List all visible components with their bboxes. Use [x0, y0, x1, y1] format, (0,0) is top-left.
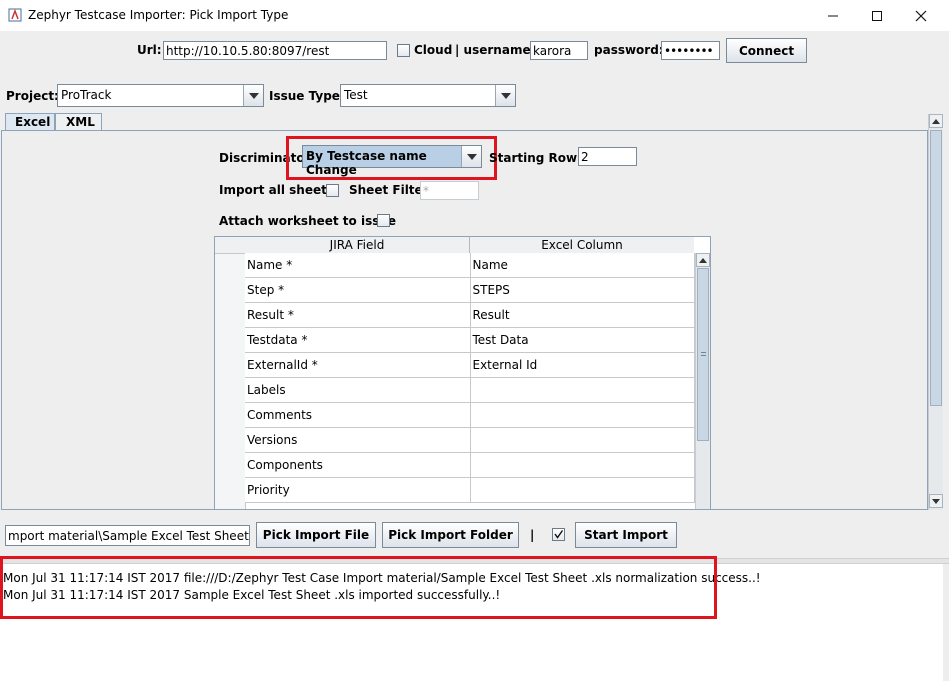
table-row[interactable]: Versions	[245, 427, 695, 453]
pick-import-folder-button[interactable]: Pick Import Folder	[382, 522, 519, 548]
scroll-down-arrow[interactable]	[929, 494, 943, 508]
close-button[interactable]	[898, 0, 944, 31]
excel-column-cell[interactable]	[470, 402, 695, 428]
jira-field-cell[interactable]: Priority	[245, 477, 471, 503]
minimize-button[interactable]	[810, 0, 856, 31]
sheet-filter-input[interactable]: *	[420, 181, 479, 200]
close-icon	[915, 10, 927, 21]
panel-scrollbar[interactable]	[928, 114, 943, 510]
url-input[interactable]: http://10.10.5.80:8097/rest	[163, 41, 387, 60]
table-row[interactable]: Name * Name	[245, 253, 695, 278]
excel-column-cell[interactable]: External Id	[470, 352, 695, 378]
attach-worksheet-checkbox[interactable]	[377, 214, 390, 227]
table-row[interactable]: Comments	[245, 402, 695, 428]
table-scroll-thumb[interactable]	[697, 268, 709, 441]
chevron-down-icon[interactable]	[495, 85, 515, 106]
connect-button[interactable]: Connect	[726, 38, 807, 63]
jira-field-cell[interactable]: Labels	[245, 377, 471, 403]
excel-column-cell[interactable]	[470, 452, 695, 478]
cloud-checkbox[interactable]	[397, 44, 410, 57]
row-header-strip	[215, 254, 246, 509]
chevron-down-icon[interactable]	[243, 85, 263, 106]
table-row[interactable]: ExternalId * External Id	[245, 352, 695, 378]
row-header-corner	[215, 237, 246, 254]
maximize-button[interactable]	[854, 0, 900, 31]
grip-icon	[701, 352, 706, 356]
starting-row-input[interactable]: 2	[578, 147, 637, 166]
java-app-icon	[8, 8, 22, 22]
jira-field-cell[interactable]: Comments	[245, 402, 471, 428]
highlight-box-log	[0, 556, 717, 619]
jira-field-cell[interactable]: Components	[245, 452, 471, 478]
project-label: Project:	[6, 89, 59, 103]
separator: |	[530, 528, 535, 542]
pick-import-file-button[interactable]: Pick Import File	[256, 522, 376, 548]
mapping-table: JIRA Field Excel Column Name * Name Step *…	[214, 236, 711, 510]
window-title: Zephyr Testcase Importer: Pick Import Ty…	[28, 8, 289, 22]
excel-column-cell[interactable]	[470, 477, 695, 503]
check-icon	[554, 530, 564, 539]
excel-column-cell[interactable]: Result	[470, 302, 695, 328]
username-label: | username:	[455, 43, 536, 57]
excel-column-cell[interactable]: Name	[470, 253, 695, 278]
excel-column-cell[interactable]: Test Data	[470, 327, 695, 353]
table-row[interactable]: Components	[245, 452, 695, 478]
jira-field-cell[interactable]: Name *	[245, 253, 471, 278]
tab-excel-label: Excel	[15, 115, 51, 129]
minimize-icon	[828, 15, 838, 16]
scroll-up-arrow[interactable]	[696, 253, 710, 267]
maximize-icon	[872, 10, 882, 21]
start-import-button[interactable]: Start Import	[575, 522, 677, 548]
password-input[interactable]: ••••••••	[661, 41, 720, 60]
jira-field-cell[interactable]: ExternalId *	[245, 352, 471, 378]
jira-field-cell[interactable]: Versions	[245, 427, 471, 453]
scroll-up-arrow[interactable]	[929, 114, 943, 128]
jira-field-cell[interactable]: Testdata *	[245, 327, 471, 353]
import-all-checkbox[interactable]	[326, 184, 339, 197]
table-scrollbar[interactable]	[695, 253, 710, 509]
attach-worksheet-label: Attach worksheet to issue	[219, 214, 397, 228]
column-header-excel-column[interactable]: Excel Column	[470, 237, 694, 254]
title-bar: Zephyr Testcase Importer: Pick Import Ty…	[0, 0, 949, 31]
jira-field-cell[interactable]: Step *	[245, 277, 471, 303]
highlight-box-discriminator	[286, 136, 497, 180]
table-row[interactable]: Testdata * Test Data	[245, 327, 695, 353]
scroll-thumb[interactable]	[930, 130, 942, 406]
start-import-checkbox[interactable]	[552, 528, 565, 541]
excel-column-cell[interactable]: STEPS	[470, 277, 695, 303]
url-label: Url:	[137, 43, 162, 57]
password-label: password:	[594, 43, 664, 57]
excel-column-cell[interactable]	[470, 377, 695, 403]
issue-type-label: Issue Type:	[269, 89, 345, 103]
table-row[interactable]: Step * STEPS	[245, 277, 695, 303]
table-row[interactable]: Priority	[245, 477, 695, 503]
import-all-label: Import all sheets:	[219, 183, 339, 197]
username-input[interactable]: karora	[530, 41, 588, 60]
jira-field-cell[interactable]: Result *	[245, 302, 471, 328]
excel-column-cell[interactable]	[470, 427, 695, 453]
project-value: ProTrack	[61, 88, 112, 102]
tab-xml[interactable]: XML	[55, 113, 102, 130]
tab-xml-label: XML	[66, 115, 95, 129]
mapping-table-body: Name * Name Step * STEPS Result * Result Testd…	[245, 253, 695, 503]
cloud-label: Cloud	[414, 43, 453, 57]
table-row[interactable]: Result * Result	[245, 302, 695, 328]
file-path-input[interactable]: mport material\Sample Excel Test Sheet .…	[5, 525, 250, 546]
tab-excel[interactable]: Excel	[5, 113, 55, 131]
table-row[interactable]: Labels	[245, 377, 695, 403]
issue-type-dropdown[interactable]: Test	[340, 84, 516, 107]
issue-type-value: Test	[344, 88, 368, 102]
column-header-jira-field[interactable]: JIRA Field	[245, 237, 470, 254]
project-dropdown[interactable]: ProTrack	[57, 84, 264, 107]
